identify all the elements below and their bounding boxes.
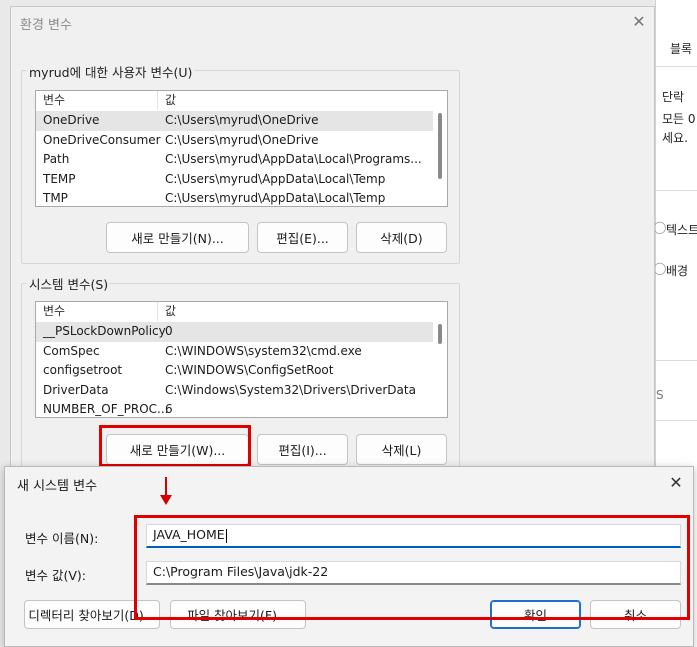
annotation-arrow-shaft (165, 477, 167, 497)
column-header-value[interactable]: 값 (165, 91, 176, 111)
list-item[interactable]: configsetroot C:\WINDOWS\ConfigSetRoot (36, 361, 447, 381)
scrollbar-thumb[interactable] (438, 113, 442, 179)
close-icon[interactable]: ✕ (667, 474, 685, 492)
variable-value: C:\WINDOWS\ConfigSetRoot (165, 363, 334, 377)
system-edit-button[interactable]: 편집(I)... (257, 434, 348, 465)
list-item[interactable]: __PSLockDownPolicy 0 (36, 322, 447, 342)
background-divider (656, 420, 697, 421)
variable-value: 0 (165, 324, 173, 338)
user-variables-list[interactable]: 변수 값 OneDrive C:\Users\myrud\OneDrive On… (35, 90, 448, 207)
variable-value-label: 변수 값(V): (25, 568, 86, 583)
background-option-bg[interactable]: 배경 (666, 262, 688, 279)
variable-name: OneDriveConsumer (43, 132, 161, 147)
variable-name: TEMP (43, 171, 76, 186)
list-item[interactable]: Path C:\Users\myrud\AppData\Local\Progra… (36, 150, 447, 170)
variable-value: C:\Windows\System32\Drivers\DriverData (165, 382, 416, 397)
background-divider (656, 190, 697, 191)
dialog-title: 새 시스템 변수 (17, 479, 98, 494)
variable-name: configsetroot (43, 363, 123, 377)
variable-name: DriverData (43, 382, 109, 397)
list-item[interactable]: NUMBER_OF_PROC... 6 (36, 400, 447, 417)
list-item[interactable]: ComSpec C:\WINDOWS\system32\cmd.exe (36, 342, 447, 362)
list-item[interactable]: TMP C:\Users\myrud\AppData\Local\Temp (36, 189, 447, 206)
column-header-value[interactable]: 값 (165, 302, 176, 322)
user-variables-label: myrud에 대한 사용자 변수(U) (27, 62, 195, 81)
background-text-line-1: 단락 (662, 90, 685, 104)
variable-name: Path (43, 152, 70, 166)
variable-value: C:\Users\myrud\AppData\Local\Programs... (165, 152, 422, 166)
variable-name: __PSLockDownPolicy (43, 324, 166, 338)
user-delete-button[interactable]: 삭제(D) (356, 222, 447, 253)
variable-value: C:\Users\myrud\AppData\Local\Temp (165, 171, 386, 186)
user-edit-button[interactable]: 편집(E)... (257, 222, 348, 253)
highlight-box-new-button (99, 425, 251, 467)
column-divider (157, 91, 158, 110)
variable-value: C:\Users\myrud\OneDrive (165, 113, 319, 127)
variable-value: C:\Users\myrud\AppData\Local\Temp (165, 191, 386, 205)
scrollbar-thumb[interactable] (438, 324, 442, 344)
system-variables-label: 시스템 변수(S) (27, 274, 111, 293)
variable-name: ComSpec (43, 343, 100, 358)
column-divider (157, 302, 158, 321)
variable-name: OneDrive (43, 113, 100, 127)
variable-name: TMP (43, 191, 68, 205)
list-header: 변수 값 (36, 302, 447, 322)
list-item[interactable]: DriverData C:\Windows\System32\Drivers\D… (36, 381, 447, 401)
background-tab-label[interactable]: 블록 (670, 40, 692, 57)
background-divider (656, 66, 697, 67)
variable-name: NUMBER_OF_PROC... (43, 402, 169, 416)
list-item[interactable]: TEMP C:\Users\myrud\AppData\Local\Temp (36, 170, 447, 190)
column-header-variable[interactable]: 변수 (43, 91, 65, 111)
variable-value: 6 (165, 402, 173, 416)
highlight-box-input-fields (134, 515, 690, 620)
background-text-line-2: 모든 0 (662, 112, 696, 126)
system-variables-list[interactable]: 변수 값 __PSLockDownPolicy 0 ComSpec C:\WIN… (35, 301, 448, 418)
system-delete-button[interactable]: 삭제(L) (356, 434, 447, 465)
close-icon[interactable]: ✕ (630, 13, 648, 31)
vertical-scrollbar[interactable] (433, 302, 447, 417)
vertical-scrollbar[interactable] (433, 91, 447, 206)
background-divider (656, 360, 697, 361)
user-new-button[interactable]: 새로 만들기(N)... (106, 222, 249, 253)
background-radio-icon: ◯ (653, 220, 667, 234)
list-item[interactable]: OneDrive C:\Users\myrud\OneDrive (36, 111, 447, 131)
background-letter: S (656, 388, 664, 402)
dialog-title: 환경 변수 (20, 18, 72, 33)
variable-value: C:\WINDOWS\system32\cmd.exe (165, 343, 362, 358)
list-header: 변수 값 (36, 91, 447, 111)
background-radio-icon: ◯ (653, 261, 667, 275)
variable-value: C:\Users\myrud\OneDrive (165, 132, 319, 147)
annotation-arrow-head-icon (160, 495, 172, 505)
list-item[interactable]: OneDriveConsumer C:\Users\myrud\OneDrive (36, 131, 447, 151)
variable-name-label: 변수 이름(N): (25, 531, 99, 546)
background-text-line-3: 세요. (662, 131, 688, 145)
column-header-variable[interactable]: 변수 (43, 302, 65, 322)
background-option-text[interactable]: 텍스트 (666, 221, 697, 238)
